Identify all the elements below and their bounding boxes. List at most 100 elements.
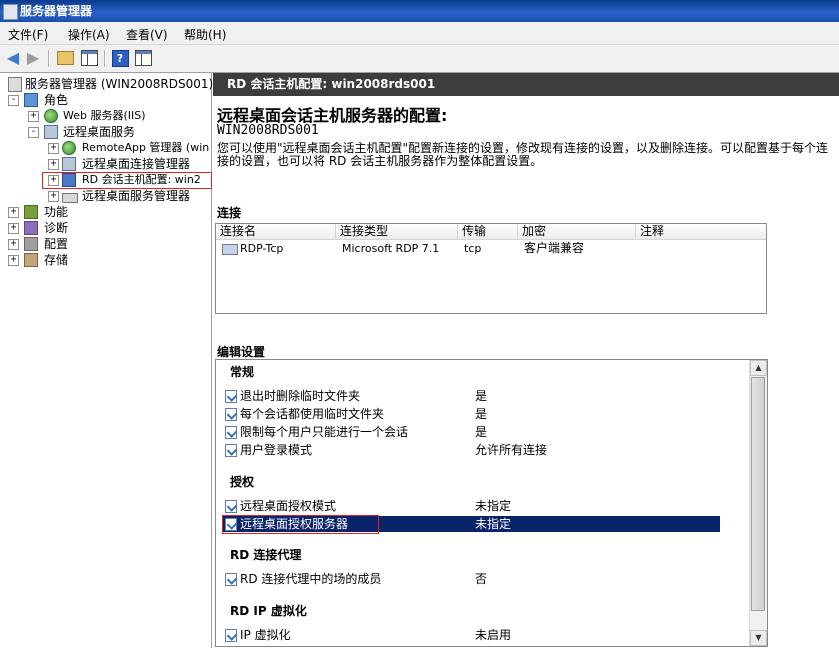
group-rd-connection-broker: RD 连接代理	[230, 548, 302, 562]
tree-item-roles[interactable]: - 角色	[8, 92, 208, 108]
toolbar-separator	[104, 50, 106, 67]
tree-item-remoteapp[interactable]: + RemoteApp 管理器 (win	[48, 140, 210, 156]
help-button[interactable]: ?	[111, 49, 129, 67]
setting-row[interactable]: RD 连接代理中的场的成员 否	[223, 571, 720, 587]
setting-value: 未指定	[475, 499, 512, 513]
tree-item-diagnostics[interactable]: + 诊断	[8, 220, 208, 236]
settings-list[interactable]: 常规 退出时删除临时文件夹是 每个会话都使用临时文件夹是 限制每个用户只能进行一…	[215, 359, 768, 647]
menu-file[interactable]: 文件(F)	[8, 26, 48, 43]
expand-icon[interactable]: +	[8, 223, 19, 234]
vertical-scrollbar[interactable]: ▲ ▼	[749, 360, 767, 646]
console-tree-icon	[80, 50, 98, 66]
setting-value: 未启用	[475, 628, 512, 642]
setting-value: 是	[475, 389, 488, 403]
description-line: 接的设置，也可以将 RD 会话主机服务器作为整体配置设置。	[217, 154, 543, 168]
setting-label: 远程桌面授权模式	[240, 499, 337, 513]
tree-item-rds[interactable]: - 远程桌面服务	[28, 124, 208, 140]
column-header-type[interactable]: 连接类型	[336, 224, 458, 239]
help-icon: ?	[111, 49, 129, 67]
cell-connection-type: Microsoft RDP 7.1	[342, 242, 440, 255]
setting-icon	[225, 444, 237, 457]
forward-arrow-icon: ▶	[26, 48, 40, 67]
column-header-comment[interactable]: 注释	[636, 224, 766, 239]
remote-desktop-services-icon	[44, 125, 58, 139]
menu-help[interactable]: 帮助(H)	[184, 26, 226, 43]
expand-icon[interactable]: +	[48, 159, 59, 170]
setting-row[interactable]: IP 虚拟化 未启用	[223, 627, 720, 643]
storage-icon	[24, 253, 38, 267]
expand-icon[interactable]: +	[8, 239, 19, 250]
window-title: 服务器管理器	[20, 4, 93, 18]
connections-header: 连接	[217, 206, 242, 220]
show-hide-tree-button[interactable]	[80, 49, 98, 67]
description: 您可以使用"远程桌面会话主机配置"配置新连接的设置，修改现有连接的设置，以及删除…	[217, 142, 837, 168]
expand-icon[interactable]: +	[28, 111, 39, 122]
scroll-down-button[interactable]: ▼	[750, 630, 767, 646]
setting-icon	[225, 390, 237, 403]
configuration-icon	[24, 237, 38, 251]
tree-item-label: 功能	[44, 205, 69, 219]
setting-row[interactable]: 限制每个用户只能进行一个会话 是	[223, 424, 720, 440]
cell-connection-name: RDP-Tcp	[218, 241, 283, 256]
server-name: WIN2008RDS001	[217, 123, 319, 138]
cell-text: RDP-Tcp	[240, 242, 284, 255]
tree-item-features[interactable]: + 功能	[8, 204, 208, 220]
tree-item-storage[interactable]: + 存储	[8, 252, 208, 268]
expand-icon[interactable]: +	[48, 191, 59, 202]
setting-label: RD 连接代理中的场的成员	[240, 572, 382, 586]
menu-action[interactable]: 操作(A)	[68, 26, 110, 43]
tree-item-label: 远程桌面连接管理器	[82, 157, 191, 171]
up-level-button[interactable]	[56, 49, 74, 67]
rd-connection-broker-icon	[62, 157, 76, 171]
column-header-name[interactable]: 连接名	[216, 224, 336, 239]
menu-bar: 文件(F) 操作(A) 查看(V) 帮助(H)	[0, 22, 839, 45]
cell-transport: tcp	[464, 242, 482, 255]
folder-up-icon	[56, 51, 74, 65]
details-header: RD 会话主机配置: win2008rds001	[213, 73, 839, 96]
show-hide-action-pane-button[interactable]	[134, 49, 152, 67]
tree-item-web-server[interactable]: + Web 服务器(IIS)	[28, 108, 208, 124]
tree-item-label: 配置	[44, 237, 69, 251]
expand-icon[interactable]: +	[48, 143, 59, 154]
setting-label: IP 虚拟化	[240, 628, 291, 642]
connections-list[interactable]: 连接名 连接类型 传输 加密 注释 RDP-Tcp Microsoft RDP …	[215, 223, 767, 314]
expand-icon[interactable]: +	[8, 255, 19, 266]
scrollbar-thumb[interactable]	[751, 377, 765, 611]
setting-row[interactable]: 退出时删除临时文件夹 是	[223, 388, 720, 404]
toolbar: ◀ ▶ ?	[0, 45, 839, 73]
cell-encryption: 客户端兼容	[524, 241, 585, 255]
tree-item-label: 诊断	[44, 221, 69, 235]
collapse-icon[interactable]: -	[28, 127, 39, 138]
details-header-text: RD 会话主机配置: win2008rds001	[227, 77, 436, 91]
group-licensing: 授权	[230, 475, 255, 489]
collapse-icon[interactable]: -	[8, 95, 19, 106]
tree-item-configuration[interactable]: + 配置	[8, 236, 208, 252]
setting-value: 是	[475, 407, 488, 421]
expand-icon[interactable]: +	[8, 207, 19, 218]
back-arrow-icon: ◀	[6, 48, 20, 67]
back-button[interactable]: ◀	[4, 49, 22, 67]
setting-value: 允许所有连接	[475, 443, 548, 457]
group-general: 常规	[230, 365, 255, 379]
column-header-transport[interactable]: 传输	[458, 224, 518, 239]
edit-settings-header: 编辑设置	[217, 345, 266, 359]
menu-view[interactable]: 查看(V)	[126, 26, 168, 43]
action-pane-icon	[134, 50, 152, 66]
setting-label: 用户登录模式	[240, 443, 313, 457]
tree-item-label: RemoteApp 管理器 (win	[82, 141, 210, 154]
tree-item-label: 远程桌面服务管理器	[82, 189, 191, 203]
roles-icon	[24, 93, 38, 107]
tree-item-label: Web 服务器(IIS)	[63, 109, 146, 122]
column-header-encryption[interactable]: 加密	[518, 224, 636, 239]
tree-item-rds-manager[interactable]: + 远程桌面服务管理器	[48, 188, 210, 204]
scroll-up-button[interactable]: ▲	[750, 360, 767, 376]
tree-item-rd-connection-manager[interactable]: + 远程桌面连接管理器	[48, 156, 210, 172]
forward-button[interactable]: ▶	[24, 49, 42, 67]
server-icon	[8, 77, 22, 92]
setting-row[interactable]: 远程桌面授权模式 未指定	[223, 498, 720, 514]
setting-row[interactable]: 用户登录模式 允许所有连接	[223, 442, 720, 458]
setting-icon	[225, 426, 237, 439]
setting-row[interactable]: 每个会话都使用临时文件夹 是	[223, 406, 720, 422]
connection-icon	[222, 243, 238, 255]
setting-label: 限制每个用户只能进行一个会话	[240, 425, 409, 439]
